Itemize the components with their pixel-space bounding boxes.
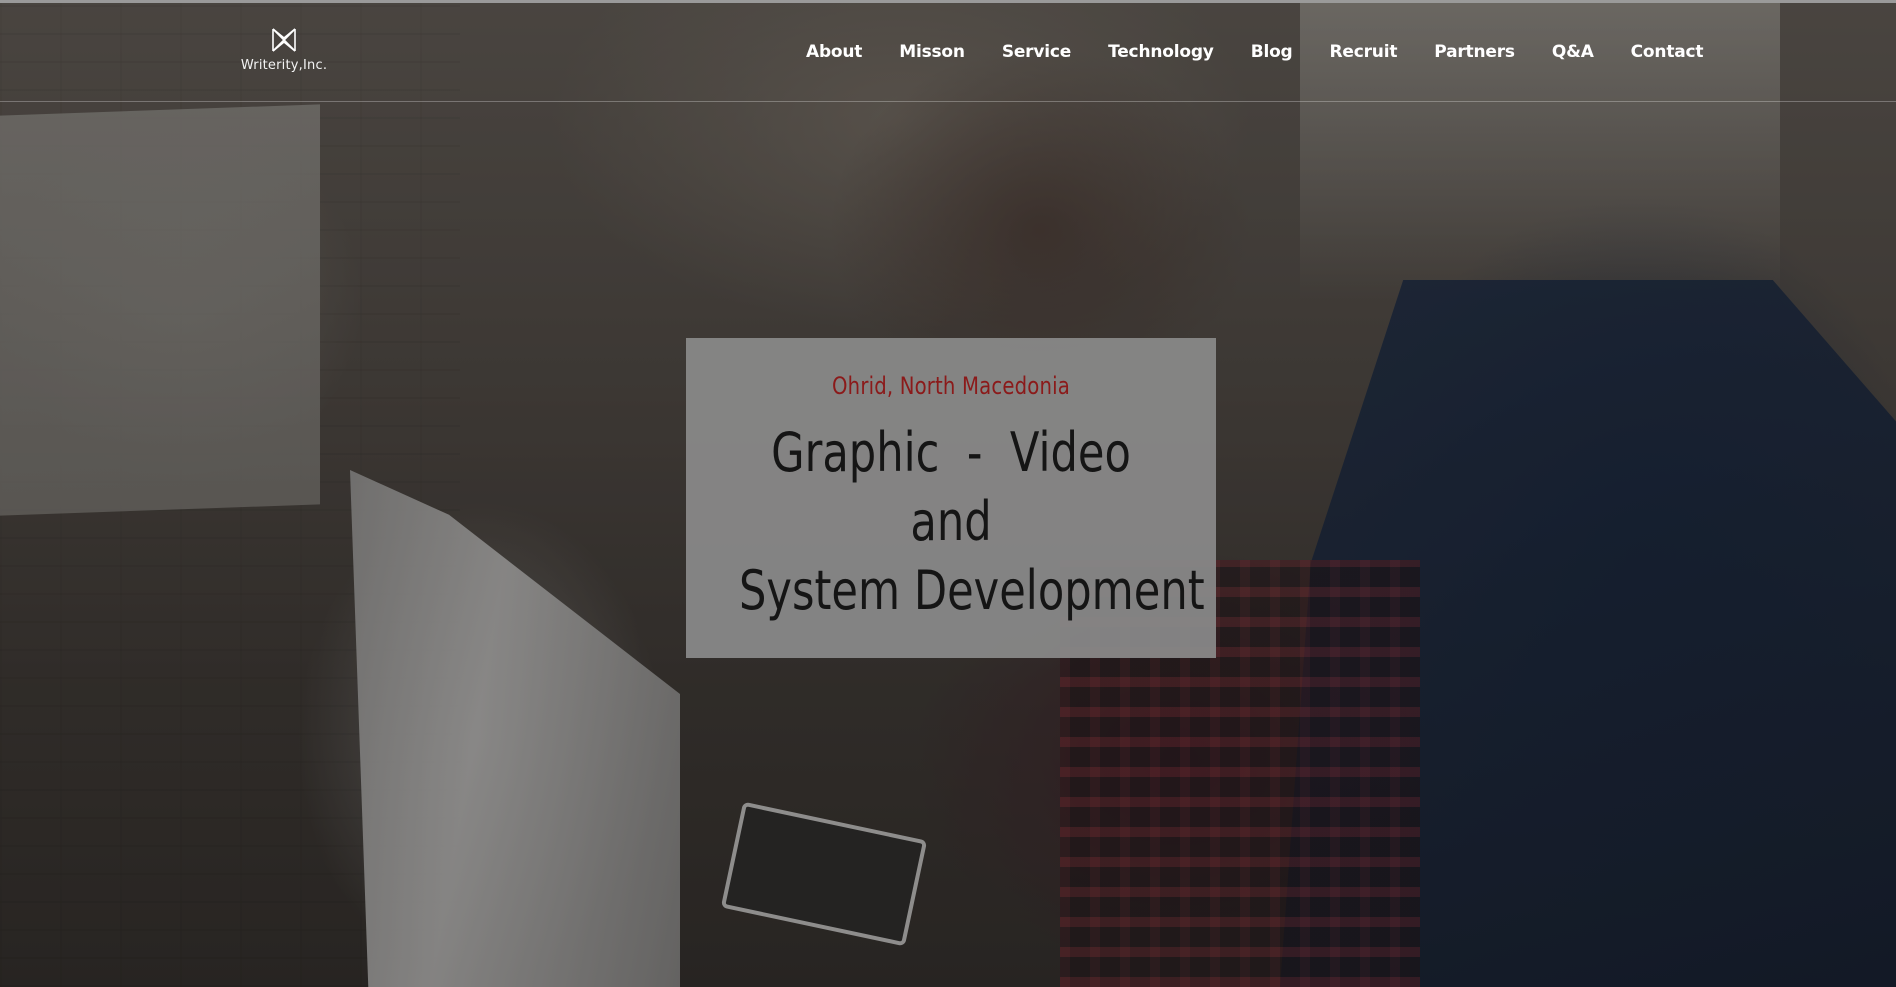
nav-item-recruit[interactable]: Recruit <box>1330 42 1398 62</box>
main-nav: About Misson Service Technology Blog Rec… <box>806 42 1704 62</box>
nav-item-service[interactable]: Service <box>1002 42 1071 62</box>
nav-item-technology[interactable]: Technology <box>1108 42 1214 62</box>
nav-item-mission[interactable]: Misson <box>899 42 965 62</box>
hero-title-line-3: System Development <box>739 559 1205 622</box>
logo-text: Writerity,Inc. <box>240 58 328 73</box>
top-strip <box>0 0 1896 3</box>
hero-title-line-2: and <box>910 490 992 553</box>
writerity-logo-icon <box>272 28 296 52</box>
page: Writerity,Inc. About Misson Service Tech… <box>0 0 1896 987</box>
site-header: Writerity,Inc. About Misson Service Tech… <box>0 0 1896 102</box>
hero-location: Ohrid, North Macedonia <box>832 372 1070 400</box>
nav-item-blog[interactable]: Blog <box>1251 42 1293 62</box>
nav-item-contact[interactable]: Contact <box>1631 42 1704 62</box>
nav-item-about[interactable]: About <box>806 42 862 62</box>
nav-item-qa[interactable]: Q&A <box>1552 42 1594 62</box>
hero-title: Graphic - Video and System Development <box>739 418 1205 625</box>
site-logo[interactable]: Writerity,Inc. <box>236 26 332 73</box>
hero-title-line-1: Graphic - Video <box>771 421 1131 484</box>
hero-card: Ohrid, North Macedonia Graphic - Video a… <box>686 338 1216 658</box>
nav-item-partners[interactable]: Partners <box>1434 42 1515 62</box>
